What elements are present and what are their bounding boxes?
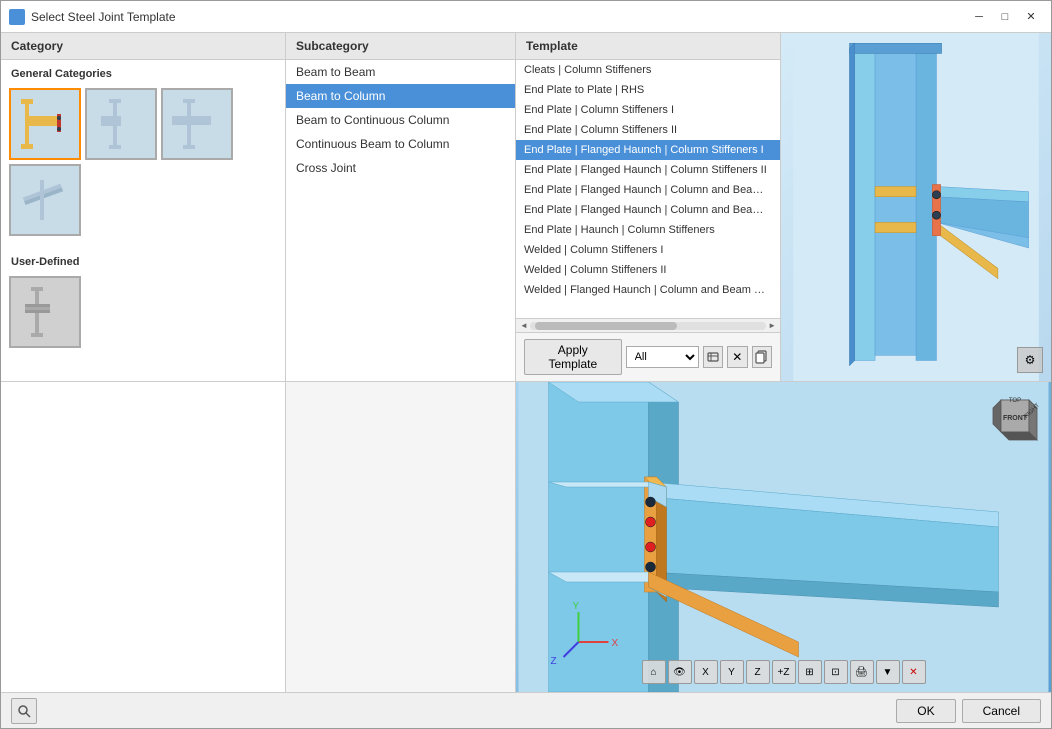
scroll-right-arrow[interactable]: ► [766,321,778,330]
user-defined-icon-grid [1,272,285,352]
category-icon-grid [1,84,285,164]
vp-btn-grid[interactable]: ⊞ [798,660,822,684]
template-actions: Apply Template All Selected ✕ [516,332,780,381]
template-item-end-plate-col-beam-1[interactable]: End Plate | Flanged Haunch | Column and … [516,180,780,200]
vp-btn-z2[interactable]: +Z [772,660,796,684]
vp-btn-close[interactable]: ✕ [902,660,926,684]
top-preview-svg [781,33,1051,381]
window-controls: ─ □ ✕ [967,7,1043,27]
svg-text:X: X [612,638,619,649]
category-header: Category [1,33,285,60]
category-icon-user-defined[interactable] [9,276,81,348]
template-scrollbar-h[interactable]: ◄ ► [516,318,780,332]
subcategory-item-continuous-beam-to-column[interactable]: Continuous Beam to Column [286,132,515,156]
template-item-welded-2[interactable]: Welded | Column Stiffeners II [516,260,780,280]
footer-left [11,698,37,724]
category-panel: Category General Categories [1,33,286,381]
vp-btn-eye[interactable]: 👁 [668,660,692,684]
subcategory-item-beam-to-beam[interactable]: Beam to Beam [286,60,515,84]
template-filter-dropdown[interactable]: All Selected [626,346,699,368]
title-bar: Select Steel Joint Template ─ □ ✕ [1,1,1051,33]
template-icon-btn-x[interactable]: ✕ [727,346,747,368]
user-defined-label: User-Defined [1,248,285,272]
app-icon [9,9,25,25]
template-item-welded-1[interactable]: Welded | Column Stiffeners I [516,240,780,260]
ok-button[interactable]: OK [896,699,955,723]
template-item-end-plate-haunch[interactable]: End Plate | Haunch | Column Stiffeners [516,220,780,240]
subcategory-item-beam-to-column[interactable]: Beam to Column [286,84,515,108]
footer: OK Cancel [1,692,1051,728]
vp-btn-y[interactable]: Y [720,660,744,684]
template-icon-btn-1[interactable] [703,346,723,368]
main-window: Select Steel Joint Template ─ □ ✕ Catego… [0,0,1052,729]
scrollbar-track [530,322,766,330]
svg-text:Y: Y [573,601,580,612]
vp-btn-print[interactable]: 🖨 [850,660,874,684]
maximize-button[interactable]: □ [993,7,1017,27]
svg-text:Z: Z [551,656,557,667]
vp-btn-wireframe[interactable]: ⊡ [824,660,848,684]
bottom-3d-viewport: X Y Z FRONT [516,382,1051,692]
template-item-end-plate-col-1[interactable]: End Plate | Column Stiffeners I [516,100,780,120]
bottom-left-panel [1,382,286,692]
top-3d-viewport: ⚙ [781,33,1051,381]
top-preview-panel: ⚙ [781,33,1051,381]
scrollbar-thumb[interactable] [535,322,677,330]
cancel-button[interactable]: Cancel [962,699,1041,723]
vp-btn-dropdown[interactable]: ▼ [876,660,900,684]
template-panel: Template Cleats | Column Stiffeners End … [516,33,781,381]
template-item-end-plate-col-2[interactable]: End Plate | Column Stiffeners II [516,120,780,140]
category-icon-beam-column-1[interactable] [9,88,81,160]
template-item-welded-flanged[interactable]: Welded | Flanged Haunch | Column and Bea… [516,280,780,300]
template-item-end-plate-flanged-1[interactable]: End Plate | Flanged Haunch | Column Stif… [516,140,780,160]
apply-template-button[interactable]: Apply Template [524,339,622,375]
top-section: Category General Categories [1,33,1051,382]
scroll-left-arrow[interactable]: ◄ [518,321,530,330]
bottom-middle-panel [286,382,516,692]
subcategory-header: Subcategory [286,33,515,60]
bottom-preview-svg: X Y Z [516,382,1051,692]
minimize-button[interactable]: ─ [967,7,991,27]
category-icon-angled[interactable] [9,164,81,236]
nav-cube[interactable]: FRONT RIGHT TOP [987,390,1043,446]
close-button[interactable]: ✕ [1019,7,1043,27]
template-item-end-plate-flanged-2[interactable]: End Plate | Flanged Haunch | Column Stif… [516,160,780,180]
template-icon-btn-copy[interactable] [752,346,772,368]
search-button[interactable] [11,698,37,724]
window-title: Select Steel Joint Template [31,10,967,24]
subcategory-item-cross-joint[interactable]: Cross Joint [286,156,515,180]
footer-right: OK Cancel [896,699,1041,723]
subcategory-item-beam-to-continuous-column[interactable]: Beam to Continuous Column [286,108,515,132]
vp-btn-home[interactable]: ⌂ [642,660,666,684]
template-item-end-plate-rhs[interactable]: End Plate to Plate | RHS [516,80,780,100]
category-icon-beam-column-2[interactable] [85,88,157,160]
svg-text:TOP: TOP [1009,398,1021,404]
subcategory-list: Beam to Beam Beam to Column Beam to Cont… [286,60,515,381]
preview-settings-button[interactable]: ⚙ [1017,347,1043,373]
template-item-cleats[interactable]: Cleats | Column Stiffeners [516,60,780,80]
template-header: Template [516,33,780,60]
bottom-section: X Y Z FRONT [1,382,1051,692]
main-content: Category General Categories [1,33,1051,692]
template-list: Cleats | Column Stiffeners End Plate to … [516,60,780,318]
subcategory-panel: Subcategory Beam to Beam Beam to Column … [286,33,516,381]
viewport-toolbar: ⌂ 👁 X Y Z +Z ⊞ ⊡ 🖨 ▼ ✕ [642,660,926,684]
category-icon-grid-2 [1,164,285,240]
vp-btn-z[interactable]: Z [746,660,770,684]
template-item-end-plate-col-beam-2[interactable]: End Plate | Flanged Haunch | Column and … [516,200,780,220]
general-categories-label: General Categories [1,60,285,84]
vp-btn-x[interactable]: X [694,660,718,684]
category-icon-beam-column-3[interactable] [161,88,233,160]
